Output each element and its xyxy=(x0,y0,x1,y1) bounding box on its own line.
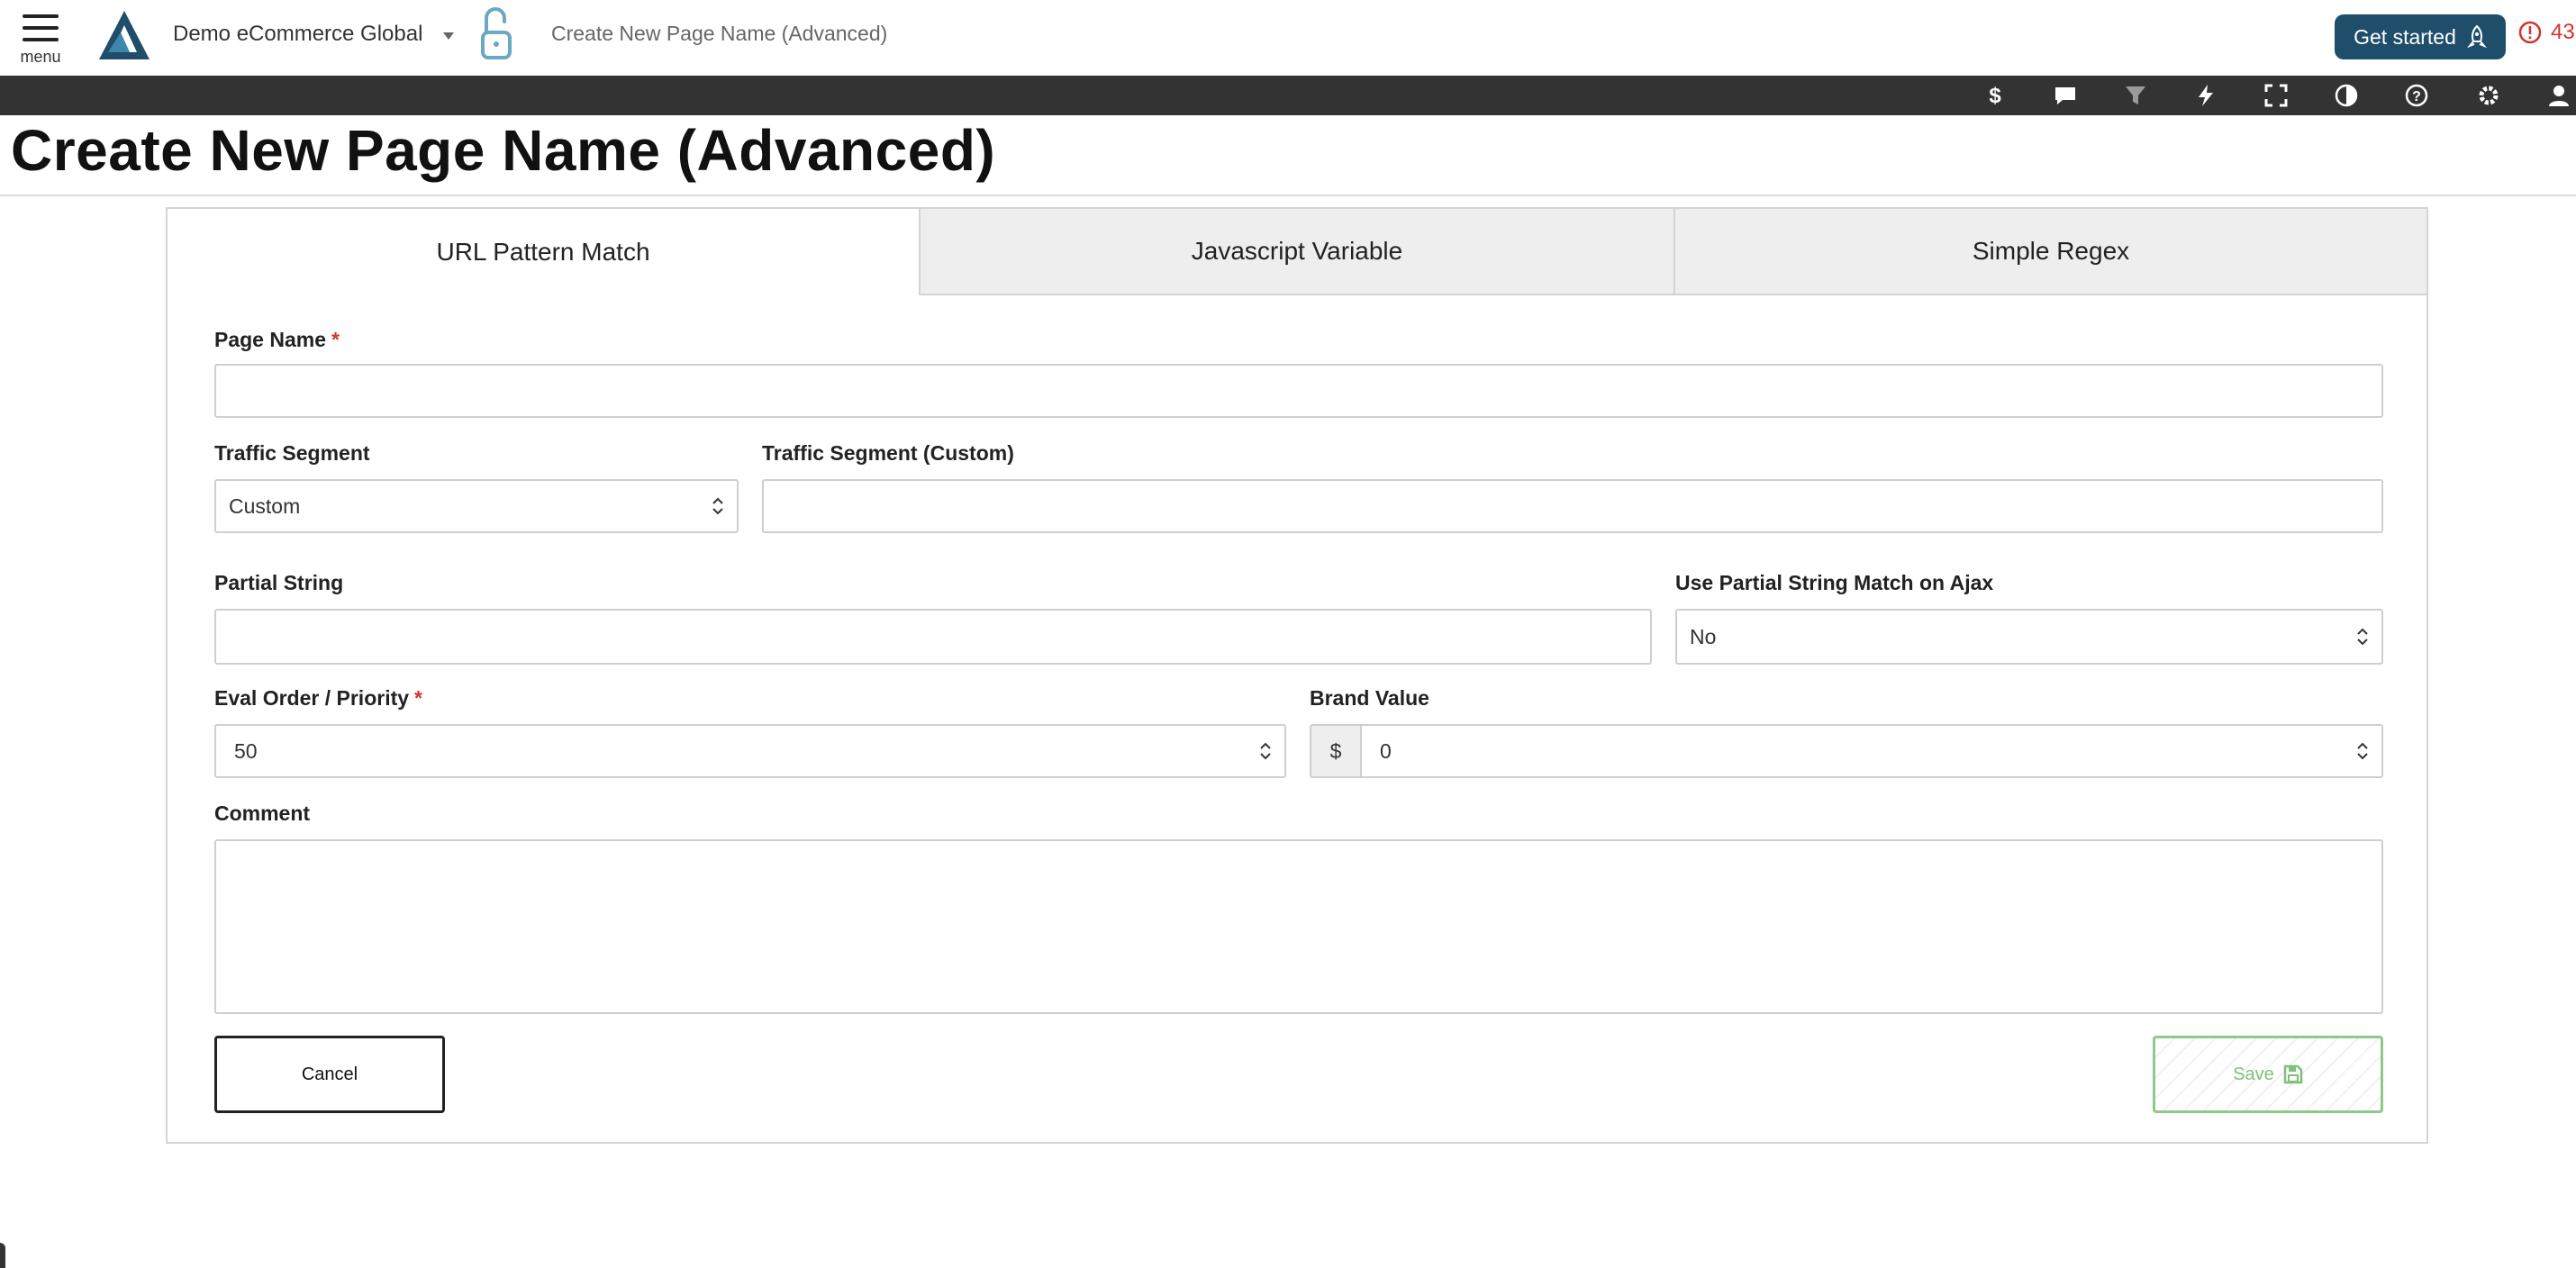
hamburger-icon xyxy=(23,14,59,41)
cancel-button[interactable]: Cancel xyxy=(214,1036,445,1113)
brand-value-value: 0 xyxy=(1380,738,1392,763)
page-name-label-text: Page Name xyxy=(214,328,327,351)
fullscreen-icon[interactable] xyxy=(2261,81,2291,110)
select-arrows-icon xyxy=(2357,628,2368,646)
spinner-arrows-icon[interactable] xyxy=(1259,740,1272,762)
account-dropdown-caret-icon[interactable] xyxy=(443,32,454,40)
comment-icon[interactable] xyxy=(2050,81,2081,110)
traffic-segment-label: Traffic Segment xyxy=(214,441,370,465)
page-name-form-card: URL Pattern Match Javascript Variable Si… xyxy=(166,207,2428,1144)
app-logo[interactable] xyxy=(94,9,151,61)
svg-text:$: $ xyxy=(1989,84,2001,108)
eval-order-number-input[interactable]: 50 xyxy=(214,724,1286,778)
partial-string-input[interactable] xyxy=(214,609,1652,665)
tab-javascript-variable[interactable]: Javascript Variable xyxy=(919,209,1673,295)
currency-prefix: $ xyxy=(1310,724,1362,778)
select-arrows-icon xyxy=(712,497,723,515)
eval-order-label: Eval Order / Priority * xyxy=(214,686,422,711)
account-name[interactable]: Demo eCommerce Global xyxy=(173,22,422,47)
comment-label: Comment xyxy=(214,802,311,825)
page-title: Create New Page Name (Advanced) xyxy=(11,118,996,183)
title-divider xyxy=(0,195,2576,196)
page-name-label: Page Name * xyxy=(214,328,340,352)
gear-icon[interactable] xyxy=(2473,81,2504,110)
traffic-segment-select[interactable]: Custom xyxy=(214,479,739,533)
get-started-button[interactable]: Get started xyxy=(2335,14,2506,59)
bolt-icon[interactable] xyxy=(2191,81,2221,110)
brand-value-label: Brand Value xyxy=(1310,686,1429,710)
eval-order-label-text: Eval Order / Priority xyxy=(214,686,410,710)
tab-url-pattern-match[interactable]: URL Pattern Match xyxy=(168,209,919,295)
use-partial-ajax-value: No xyxy=(1690,624,1717,648)
traffic-segment-custom-label: Traffic Segment (Custom) xyxy=(762,441,1014,465)
menu-button[interactable]: menu xyxy=(13,9,68,72)
traffic-segment-value: Custom xyxy=(229,494,301,518)
top-header: menu Demo eCommerce Global Create New Pa… xyxy=(0,0,2576,76)
rocket-icon xyxy=(2466,25,2487,49)
required-mark: * xyxy=(414,686,422,710)
alert-count: 43 xyxy=(2551,20,2575,44)
filter-icon[interactable] xyxy=(2120,81,2151,110)
tab-simple-regex[interactable]: Simple Regex xyxy=(1673,209,2426,295)
get-started-label: Get started xyxy=(2354,24,2456,49)
eval-order-value: 50 xyxy=(234,738,258,763)
utility-toolbar: $ ? xyxy=(0,76,2576,115)
partial-string-label: Partial String xyxy=(214,571,344,594)
comment-textarea[interactable] xyxy=(214,839,2383,1014)
save-label: Save xyxy=(2233,1064,2274,1084)
required-mark: * xyxy=(331,328,340,351)
breadcrumb-page-title: Create New Page Name (Advanced) xyxy=(551,22,888,45)
unlock-icon[interactable] xyxy=(477,5,519,63)
user-icon[interactable] xyxy=(2544,81,2574,110)
alert-icon xyxy=(2518,21,2542,44)
traffic-segment-custom-input[interactable] xyxy=(762,479,2383,533)
use-partial-ajax-select[interactable]: No xyxy=(1675,609,2383,665)
spinner-arrows-icon[interactable] xyxy=(2356,740,2369,762)
page-name-input[interactable] xyxy=(214,364,2383,418)
use-partial-ajax-label: Use Partial String Match on Ajax xyxy=(1675,571,1994,594)
alerts-indicator[interactable]: 43 xyxy=(2518,20,2575,45)
window-corner xyxy=(0,1243,5,1268)
brand-value-number-input[interactable]: 0 xyxy=(1360,724,2383,778)
save-button[interactable]: Save xyxy=(2153,1036,2383,1113)
floppy-disk-icon xyxy=(2283,1064,2303,1084)
contrast-icon[interactable] xyxy=(2331,81,2362,110)
help-icon[interactable]: ? xyxy=(2401,81,2432,110)
dollar-icon[interactable]: $ xyxy=(1980,81,2010,110)
svg-text:?: ? xyxy=(2412,89,2421,104)
menu-label: menu xyxy=(20,48,61,66)
matching-method-tabs: URL Pattern Match Javascript Variable Si… xyxy=(168,209,2426,295)
